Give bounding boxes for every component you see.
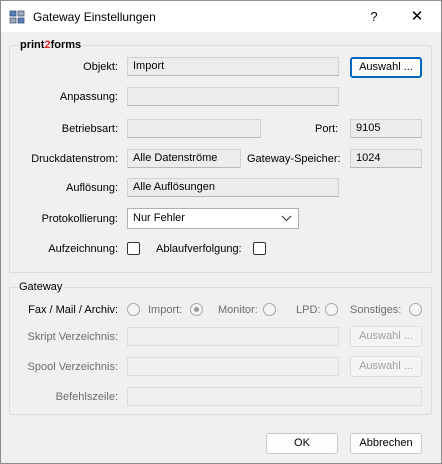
ablaufverfolgung-label: Ablaufverfolgung: [156,243,242,255]
port-field[interactable]: 9105 [350,119,422,138]
port-label: Port: [315,123,339,135]
objekt-field[interactable]: Import [127,57,339,76]
import-label: Import: [148,304,183,316]
fax-mail-archiv-radio[interactable] [127,303,140,316]
close-button[interactable]: ✕ [397,1,437,32]
protokollierung-value: Nur Fehler [133,212,185,224]
brand-logo: print2forms [19,39,83,51]
anpassung-field[interactable] [127,87,339,106]
ok-button[interactable]: OK [266,433,338,454]
brand-suffix: forms [50,39,82,51]
betriebsart-label: Betriebsart: [61,123,118,135]
befehlszeile-field[interactable] [127,387,422,406]
objekt-auswahl-button[interactable]: Auswahl ... [350,57,422,78]
betriebsart-field[interactable] [127,119,261,138]
aufzeichnung-label: Aufzeichnung: [48,243,118,255]
brand-prefix: print [20,39,45,51]
protokollierung-label: Protokollierung: [41,213,118,225]
gateway-group-title: Gateway [18,281,64,293]
monitor-label: Monitor: [218,304,258,316]
skript-verzeichnis-label: Skript Verzeichnis: [27,331,118,343]
gateway-speicher-field[interactable]: 1024 [350,149,422,168]
druckdatenstrom-label: Druckdatenstrom: [31,153,118,165]
druckdatenstrom-field[interactable]: Alle Datenströme [127,149,241,168]
import-radio[interactable] [190,303,203,316]
window-title: Gateway Einstellungen [33,10,156,24]
spool-verzeichnis-label: Spool Verzeichnis: [27,361,119,373]
sonstiges-label: Sonstiges: [350,304,402,316]
gateway-settings-dialog: Gateway Einstellungen ? ✕ print2forms Ob… [0,0,442,464]
aufzeichnung-checkbox[interactable] [127,242,140,255]
chevron-down-icon [281,215,292,222]
skript-auswahl-button[interactable]: Auswahl ... [350,326,422,347]
gateway-speicher-label: Gateway-Speicher: [247,153,341,165]
help-button[interactable]: ? [357,1,391,32]
lpd-label: LPD: [296,304,321,316]
objekt-label: Objekt: [83,61,118,73]
sonstiges-radio[interactable] [409,303,422,316]
monitor-radio[interactable] [263,303,276,316]
title-bar: Gateway Einstellungen ? ✕ [1,1,441,32]
befehlszeile-label: Befehlszeile: [55,391,118,403]
aufloesung-label: Auflösung: [66,182,118,194]
app-icon [9,10,25,24]
cancel-button[interactable]: Abbrechen [350,433,422,454]
anpassung-label: Anpassung: [59,91,118,103]
skript-verzeichnis-field[interactable] [127,327,339,346]
spool-verzeichnis-field[interactable] [127,357,339,376]
protokollierung-select[interactable]: Nur Fehler [127,208,299,229]
spool-auswahl-button[interactable]: Auswahl ... [350,356,422,377]
lpd-radio[interactable] [325,303,338,316]
aufloesung-field[interactable]: Alle Auflösungen [127,178,339,197]
ablaufverfolgung-checkbox[interactable] [253,242,266,255]
fax-mail-archiv-label: Fax / Mail / Archiv: [28,304,118,316]
